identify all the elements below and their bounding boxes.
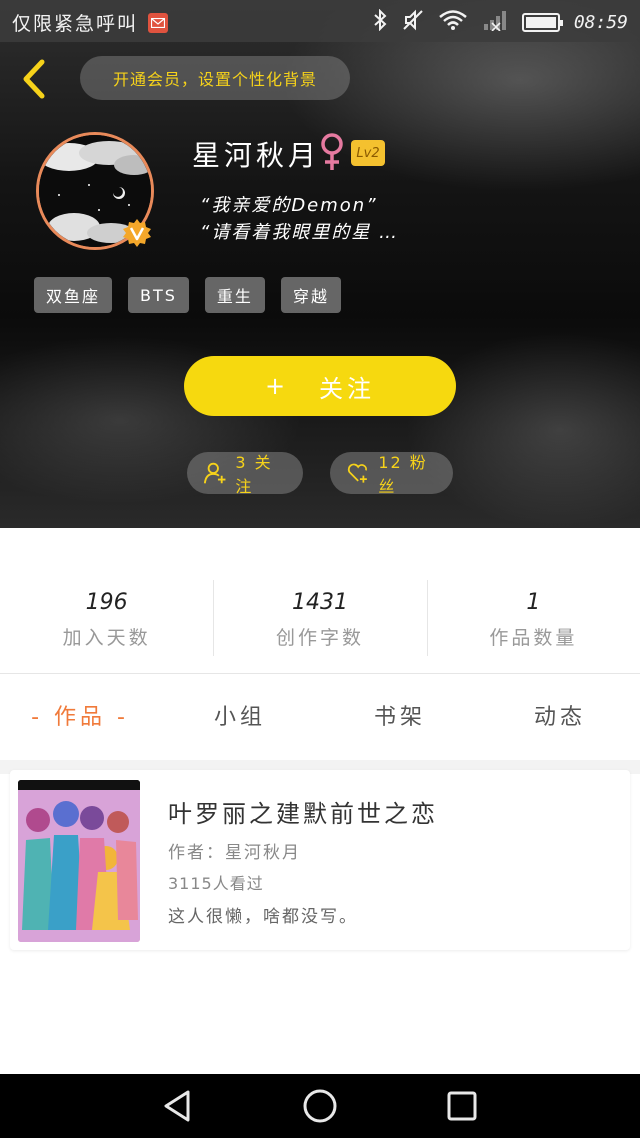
verified-badge-icon xyxy=(122,218,152,248)
system-nav-bar xyxy=(0,1074,640,1138)
tab-groups[interactable]: 小组 xyxy=(160,690,320,746)
stat-value: 196 xyxy=(85,590,128,615)
tag-item[interactable]: BTS xyxy=(128,277,189,313)
signal-icon xyxy=(482,9,508,36)
tab-bar: - 作品 - 小组 书架 动态 xyxy=(0,690,640,746)
plus-icon: + xyxy=(264,372,290,400)
stat-label: 创作字数 xyxy=(275,627,364,649)
divider xyxy=(0,673,640,674)
stat-works: 1 作品数量 xyxy=(426,580,640,660)
username: 星河秋月 xyxy=(192,139,321,172)
bio-line: “请看着我眼里的星 … xyxy=(200,222,400,243)
work-card[interactable]: 叶罗丽之建默前世之恋 作者：星河秋月 3115人看过 这人很懒，啥都没写。 xyxy=(10,770,630,950)
following-count-button[interactable]: 3 关注 xyxy=(187,452,303,496)
bio-line: “我亲爱的Demon” xyxy=(200,195,378,216)
circle-home-icon xyxy=(303,1089,337,1123)
square-recents-icon xyxy=(447,1091,477,1121)
level-badge: Lv2 xyxy=(351,140,385,166)
work-title: 叶罗丽之建默前世之恋 xyxy=(168,800,438,828)
triangle-back-icon xyxy=(164,1090,190,1122)
nav-home-button[interactable] xyxy=(302,1088,338,1124)
tag-list: 双鱼座 BTS 重生 穿越 xyxy=(34,277,341,313)
stat-value: 1431 xyxy=(291,590,348,615)
wifi-icon xyxy=(438,9,468,36)
work-views: 3115人看过 xyxy=(168,874,264,893)
mute-icon xyxy=(402,9,424,36)
stat-words: 1431 创作字数 xyxy=(213,580,426,660)
stat-value: 1 xyxy=(526,590,541,615)
tag-item[interactable]: 穿越 xyxy=(280,277,341,313)
clock: 08:59 xyxy=(573,12,628,33)
following-count: 3 关注 xyxy=(235,453,273,496)
work-description: 这人很懒，啥都没写。 xyxy=(168,907,358,927)
battery-icon xyxy=(521,13,563,32)
fans-count-button[interactable]: 12 粉丝 xyxy=(330,452,453,496)
status-bar: 仅限紧急呼叫 08:59 xyxy=(0,0,640,42)
mail-icon xyxy=(148,12,169,33)
profile-header: 仅限紧急呼叫 08:59 开通会员，设置个性化背景 星河秋月 Lv2 “我亲爱的… xyxy=(0,0,640,528)
book-cover-image xyxy=(18,780,140,942)
stats-row: 196 加入天数 1431 创作字数 1 作品数量 xyxy=(0,580,640,660)
stat-label: 加入天数 xyxy=(62,627,151,649)
vip-background-banner[interactable]: 开通会员，设置个性化背景 xyxy=(80,56,350,100)
user-add-icon xyxy=(203,462,226,484)
tag-item[interactable]: 双鱼座 xyxy=(34,277,113,313)
bluetooth-icon xyxy=(372,8,388,36)
tab-works[interactable]: - 作品 - xyxy=(0,690,160,746)
stat-label: 作品数量 xyxy=(489,627,578,649)
carrier-text: 仅限紧急呼叫 xyxy=(12,13,139,35)
follow-label: 关注 xyxy=(319,374,376,403)
follow-button[interactable]: + 关注 xyxy=(184,356,456,416)
work-author: 作者：星河秋月 xyxy=(168,843,301,863)
tab-bookshelf[interactable]: 书架 xyxy=(320,690,480,746)
nav-back-button[interactable] xyxy=(160,1088,196,1124)
tab-activity[interactable]: 动态 xyxy=(480,690,640,746)
tag-item[interactable]: 重生 xyxy=(204,277,265,313)
fans-count: 12 粉丝 xyxy=(378,453,428,496)
female-icon xyxy=(318,132,346,172)
chevron-left-icon xyxy=(23,59,45,99)
stat-days: 196 加入天数 xyxy=(0,580,213,660)
user-bio: “我亲爱的Demon” “请看着我眼里的星 … xyxy=(200,192,399,246)
nav-recents-button[interactable] xyxy=(444,1088,480,1124)
back-button[interactable] xyxy=(18,58,52,100)
heart-add-icon xyxy=(347,463,367,483)
